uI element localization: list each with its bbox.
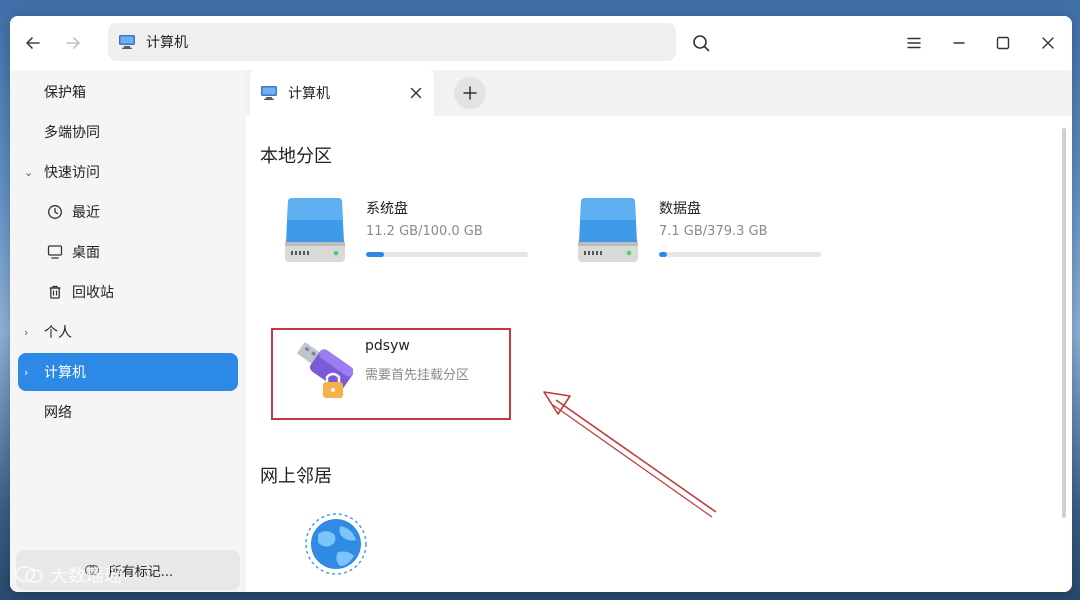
- computer-icon: [119, 35, 135, 49]
- chevron-right-icon[interactable]: ›: [24, 366, 40, 379]
- close-window-button[interactable]: [1034, 29, 1062, 57]
- search-icon: [693, 35, 710, 52]
- tab-close-button[interactable]: [406, 83, 426, 103]
- scrollbar[interactable]: [1062, 128, 1066, 518]
- minimize-icon: [953, 42, 965, 44]
- sidebar-item-label: 回收站: [72, 285, 114, 301]
- sidebar-item-recent[interactable]: 最近: [18, 193, 238, 231]
- trash-icon: [46, 283, 64, 301]
- monitor-icon: [46, 243, 64, 261]
- sidebar-item-multi-device[interactable]: 多端协同: [18, 113, 238, 151]
- search-button[interactable]: [687, 29, 715, 57]
- sidebar-item-computer[interactable]: › 计算机: [18, 353, 238, 391]
- disk-item-system[interactable]: 系统盘 11.2 GB/100.0 GB: [282, 196, 542, 296]
- sidebar: 保护箱 多端协同 ⌄ 快速访问 最近 桌面 回收站 › 个人 › 计算机 网络 …: [10, 70, 246, 592]
- sidebar-item-desktop[interactable]: 桌面: [18, 233, 238, 271]
- sidebar-item-personal[interactable]: › 个人: [18, 313, 238, 351]
- hamburger-icon: [907, 37, 921, 49]
- usb-drive-item[interactable]: pdsyw 需要首先挂载分区: [271, 328, 511, 420]
- minimize-button[interactable]: [945, 29, 973, 57]
- usb-drive-locked-icon: [297, 342, 353, 398]
- network-neighborhood-title: 网上邻居: [260, 466, 332, 487]
- address-text: 计算机: [146, 35, 188, 51]
- annotation-arrow: [543, 391, 717, 518]
- hard-drive-icon: [578, 198, 638, 262]
- back-button[interactable]: [20, 30, 46, 56]
- main-panel: 计算机 本地分区 系统盘 11.2 GB/100.0 GB 数据盘 7.1 GB…: [246, 70, 1072, 592]
- sidebar-item-label: 个人: [44, 325, 72, 341]
- clock-icon: [46, 203, 64, 221]
- plus-icon: [463, 86, 477, 100]
- new-tab-button[interactable]: [454, 77, 486, 109]
- tab-label: 计算机: [288, 86, 330, 102]
- sidebar-item-label: 多端协同: [44, 125, 100, 141]
- sidebar-item-network[interactable]: 网络: [18, 393, 238, 431]
- sidebar-item-label: 保护箱: [44, 85, 86, 101]
- chevron-down-icon[interactable]: ⌄: [24, 166, 40, 179]
- hard-drive-icon: [285, 198, 345, 262]
- disk-usage-fill: [366, 252, 385, 257]
- arrow-right-icon: [66, 37, 80, 49]
- arrow-left-icon: [26, 37, 40, 49]
- sidebar-item-trash[interactable]: 回收站: [18, 273, 238, 311]
- chevron-right-icon[interactable]: ›: [24, 326, 40, 339]
- tab-bar: 计算机: [246, 70, 1072, 116]
- sidebar-item-label: 网络: [44, 405, 72, 421]
- titlebar: 计算机: [10, 16, 1072, 70]
- maximize-icon: [996, 36, 1010, 50]
- sidebar-item-vault[interactable]: 保护箱: [18, 73, 238, 111]
- local-partitions-title: 本地分区: [260, 146, 332, 167]
- usb-drive-status: 需要首先挂载分区: [365, 368, 470, 383]
- tab-computer[interactable]: 计算机: [250, 70, 434, 116]
- disk-name: 系统盘: [366, 201, 408, 217]
- watermark: 大数瑶瑶: [14, 562, 122, 588]
- sidebar-item-label: 桌面: [72, 245, 100, 261]
- forward-button[interactable]: [60, 30, 86, 56]
- close-icon: [1042, 37, 1054, 49]
- globe-icon[interactable]: [304, 512, 368, 576]
- disk-size: 7.1 GB/379.3 GB: [659, 224, 768, 239]
- sidebar-item-label: 最近: [72, 205, 100, 221]
- address-bar[interactable]: 计算机: [108, 23, 676, 61]
- sidebar-item-quick-access[interactable]: ⌄ 快速访问: [18, 153, 238, 191]
- disk-usage-fill: [659, 252, 668, 257]
- computer-icon: [261, 86, 277, 100]
- menu-button[interactable]: [900, 29, 928, 57]
- close-icon: [410, 87, 422, 99]
- watermark-text: 大数瑶瑶: [50, 566, 122, 587]
- usb-drive-name: pdsyw: [365, 338, 410, 354]
- sidebar-item-label: 快速访问: [44, 165, 100, 181]
- chat-bubble-icon: [15, 566, 43, 583]
- file-manager-window: 计算机 保护箱 多端协同 ⌄ 快速访问 最近 桌面 回收站 › 个人 › 计算机…: [10, 16, 1072, 592]
- disk-usage-bar: [659, 252, 821, 257]
- disk-name: 数据盘: [659, 201, 701, 217]
- sidebar-item-label: 计算机: [44, 365, 86, 381]
- maximize-button[interactable]: [989, 29, 1017, 57]
- disk-item-data[interactable]: 数据盘 7.1 GB/379.3 GB: [575, 196, 835, 296]
- disk-usage-bar: [366, 252, 528, 257]
- disk-size: 11.2 GB/100.0 GB: [366, 224, 483, 239]
